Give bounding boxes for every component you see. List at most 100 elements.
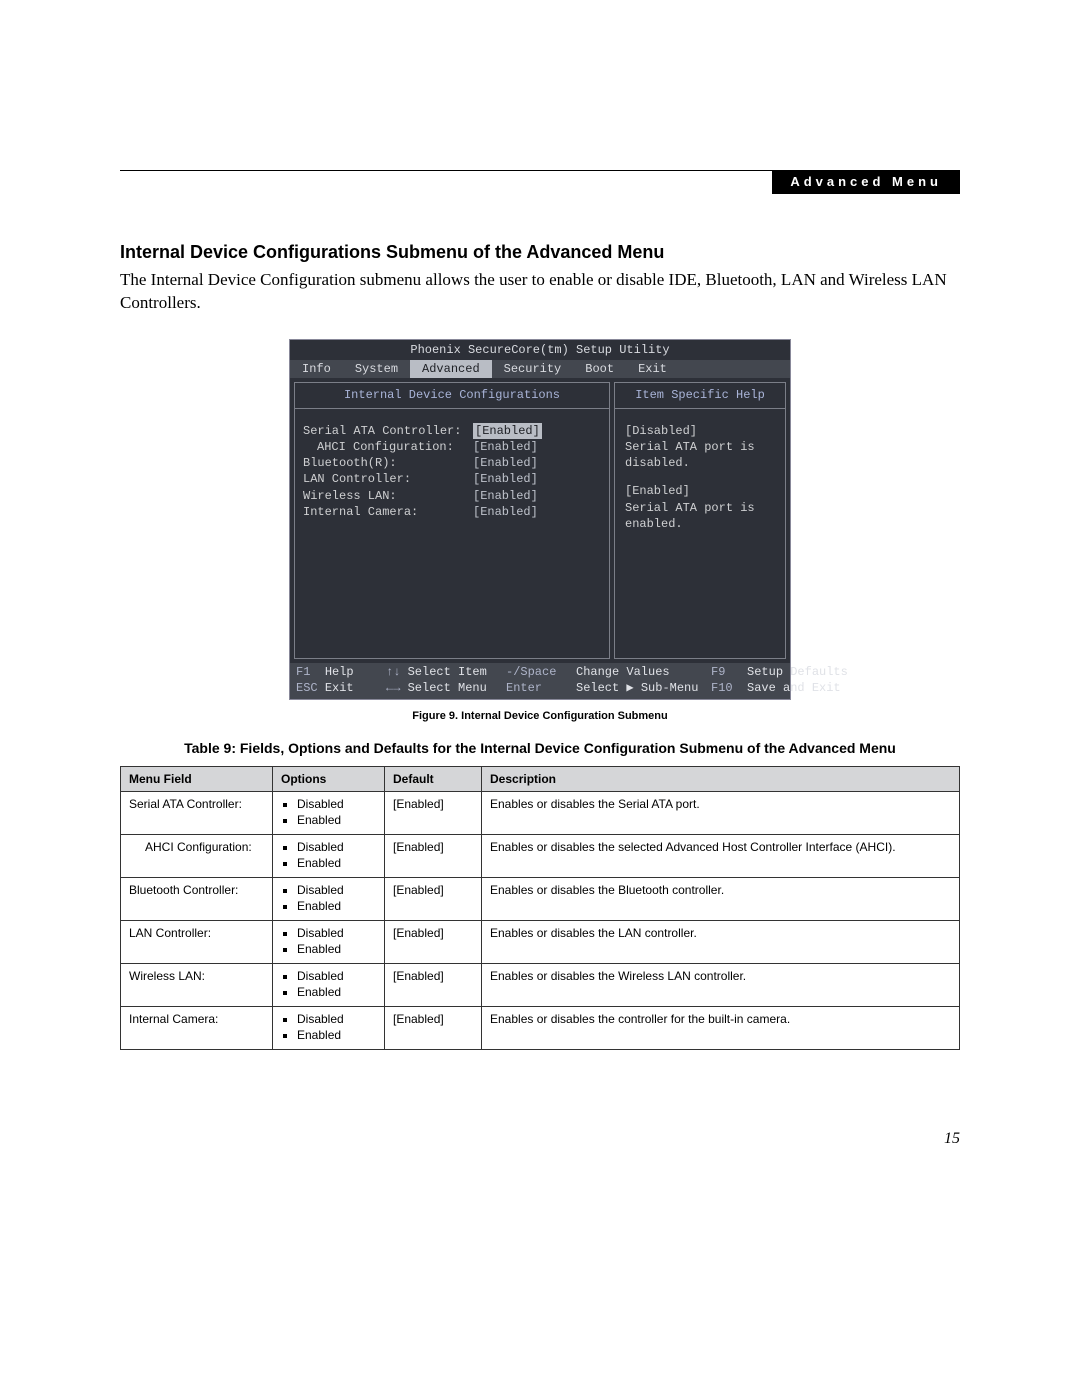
table-caption: Table 9: Fields, Options and Defaults fo… [120, 740, 960, 756]
cell-options: DisabledEnabled [273, 964, 385, 1007]
bios-help-body: [Disabled] Serial ATA port is disabled. … [615, 409, 785, 558]
bios-item-list: Serial ATA Controller:[Enabled]AHCI Conf… [295, 409, 609, 534]
bios-setting-label: Serial ATA Controller: [303, 423, 473, 439]
footer-action: Exit [325, 681, 354, 695]
bios-setting-value[interactable]: [Enabled] [473, 423, 542, 439]
footer-action: Save and Exit [747, 681, 841, 695]
table-row: LAN Controller: Disabled Enabled [Enabled]E… [121, 921, 960, 964]
bios-tab-advanced[interactable]: Advanced [410, 360, 492, 378]
help-text: [Disabled] [625, 424, 697, 438]
options-table: Menu Field Options Default Description S… [120, 766, 960, 1050]
table-header-description: Description [482, 767, 960, 792]
option-item: Enabled [297, 985, 376, 999]
table-row: Internal Camera:DisabledEnabled[Enabled]… [121, 1007, 960, 1050]
help-text: Serial ATA port is enabled. [625, 501, 755, 531]
footer-key: ESC [296, 681, 318, 695]
footer-key: -/Space [506, 665, 556, 679]
bios-menubar: InfoSystemAdvancedSecurityBootExit [290, 360, 790, 378]
footer-key: ↑↓ [386, 665, 400, 679]
bios-title: Phoenix SecureCore(tm) Setup Utility [290, 340, 790, 360]
option-item: Disabled [297, 926, 376, 940]
bios-help-panel-title: Item Specific Help [615, 383, 785, 409]
cell-options: Disabled Enabled [273, 921, 385, 964]
bios-footer: F1 Help ↑↓ Select Item -/Space Change Va… [290, 663, 790, 699]
bios-setting-row[interactable]: AHCI Configuration:[Enabled] [303, 439, 601, 455]
footer-action: Select Item [408, 665, 487, 679]
option-item: Enabled [297, 899, 376, 913]
footer-key: F9 [711, 665, 725, 679]
bios-tab-info[interactable]: Info [290, 360, 343, 378]
cell-default: [Enabled] [385, 921, 482, 964]
bios-setting-row[interactable]: Bluetooth(R):[Enabled] [303, 455, 601, 471]
footer-key: ←→ [386, 681, 400, 695]
bios-help-panel: Item Specific Help [Disabled] Serial ATA… [614, 382, 786, 659]
page-number: 15 [120, 1130, 960, 1148]
bios-window: Phoenix SecureCore(tm) Setup Utility Inf… [289, 339, 791, 700]
bios-setting-value[interactable]: [Enabled] [473, 504, 538, 520]
footer-action: Help [325, 665, 354, 679]
bios-tab-system[interactable]: System [343, 360, 410, 378]
cell-field: Serial ATA Controller: [121, 792, 273, 835]
footer-key: F1 [296, 665, 310, 679]
table-row: AHCI Configuration:DisabledEnabled[Enabl… [121, 835, 960, 878]
cell-options: Disabled Enabled [273, 792, 385, 835]
bios-setting-row[interactable]: Internal Camera:[Enabled] [303, 504, 601, 520]
bios-setting-value[interactable]: [Enabled] [473, 455, 538, 471]
cell-options: DisabledEnabled [273, 1007, 385, 1050]
header-badge: Advanced Menu [772, 170, 960, 194]
bios-setting-label: Wireless LAN: [303, 488, 473, 504]
cell-default: [Enabled] [385, 964, 482, 1007]
cell-default: [Enabled] [385, 1007, 482, 1050]
cell-default: [Enabled] [385, 878, 482, 921]
footer-key: F10 [711, 681, 733, 695]
cell-default: [Enabled] [385, 792, 482, 835]
option-item: Disabled [297, 840, 376, 854]
bios-setting-value[interactable]: [Enabled] [473, 488, 538, 504]
cell-description: Enables or disables the Serial ATA port. [482, 792, 960, 835]
bios-setting-row[interactable]: Wireless LAN:[Enabled] [303, 488, 601, 504]
cell-description: Enables or disables the LAN controller. [482, 921, 960, 964]
option-item: Disabled [297, 797, 376, 811]
cell-description: Enables or disables the Bluetooth contro… [482, 878, 960, 921]
table-row: Wireless LAN:DisabledEnabled[Enabled]Ena… [121, 964, 960, 1007]
cell-field: Internal Camera: [121, 1007, 273, 1050]
bios-setting-value[interactable]: [Enabled] [473, 439, 538, 455]
section-intro: The Internal Device Configuration submen… [120, 269, 960, 315]
bios-setting-label: Bluetooth(R): [303, 455, 473, 471]
bios-setting-label: Internal Camera: [303, 504, 473, 520]
option-item: Disabled [297, 883, 376, 897]
bios-tab-boot[interactable]: Boot [573, 360, 626, 378]
bios-setting-value[interactable]: [Enabled] [473, 471, 538, 487]
table-row: Bluetooth Controller: Disabled Enabled [Ena… [121, 878, 960, 921]
cell-options: Disabled Enabled [273, 878, 385, 921]
cell-field: LAN Controller: [121, 921, 273, 964]
cell-description: Enables or disables the controller for t… [482, 1007, 960, 1050]
help-text: Serial ATA port is disabled. [625, 440, 755, 470]
bios-tab-exit[interactable]: Exit [626, 360, 679, 378]
figure-caption: Figure 9. Internal Device Configuration … [120, 710, 960, 722]
table-row: Serial ATA Controller: Disabled Enabled [En… [121, 792, 960, 835]
footer-action: Setup Defaults [747, 665, 848, 679]
cell-default: [Enabled] [385, 835, 482, 878]
bios-setting-label: LAN Controller: [303, 471, 473, 487]
footer-action: Change Values [576, 665, 670, 679]
cell-description: Enables or disables the selected Advance… [482, 835, 960, 878]
cell-options: Disabled Enabled [273, 835, 385, 878]
section-title: Internal Device Configurations Submenu o… [120, 242, 960, 263]
option-item: Enabled [297, 813, 376, 827]
help-text: [Enabled] [625, 484, 690, 498]
bios-setting-label: AHCI Configuration: [303, 439, 473, 455]
bios-setting-row[interactable]: Serial ATA Controller:[Enabled] [303, 423, 601, 439]
cell-description: Enables or disables the Wireless LAN con… [482, 964, 960, 1007]
bios-tab-security[interactable]: Security [492, 360, 574, 378]
option-item: Enabled [297, 942, 376, 956]
option-item: Disabled [297, 1012, 376, 1026]
bios-setting-row[interactable]: LAN Controller:[Enabled] [303, 471, 601, 487]
table-header-options: Options [273, 767, 385, 792]
footer-key: Enter [506, 681, 542, 695]
cell-field: Wireless LAN: [121, 964, 273, 1007]
table-header-default: Default [385, 767, 482, 792]
cell-field: Bluetooth Controller: [121, 878, 273, 921]
option-item: Enabled [297, 856, 376, 870]
footer-action: Select Menu [408, 681, 487, 695]
